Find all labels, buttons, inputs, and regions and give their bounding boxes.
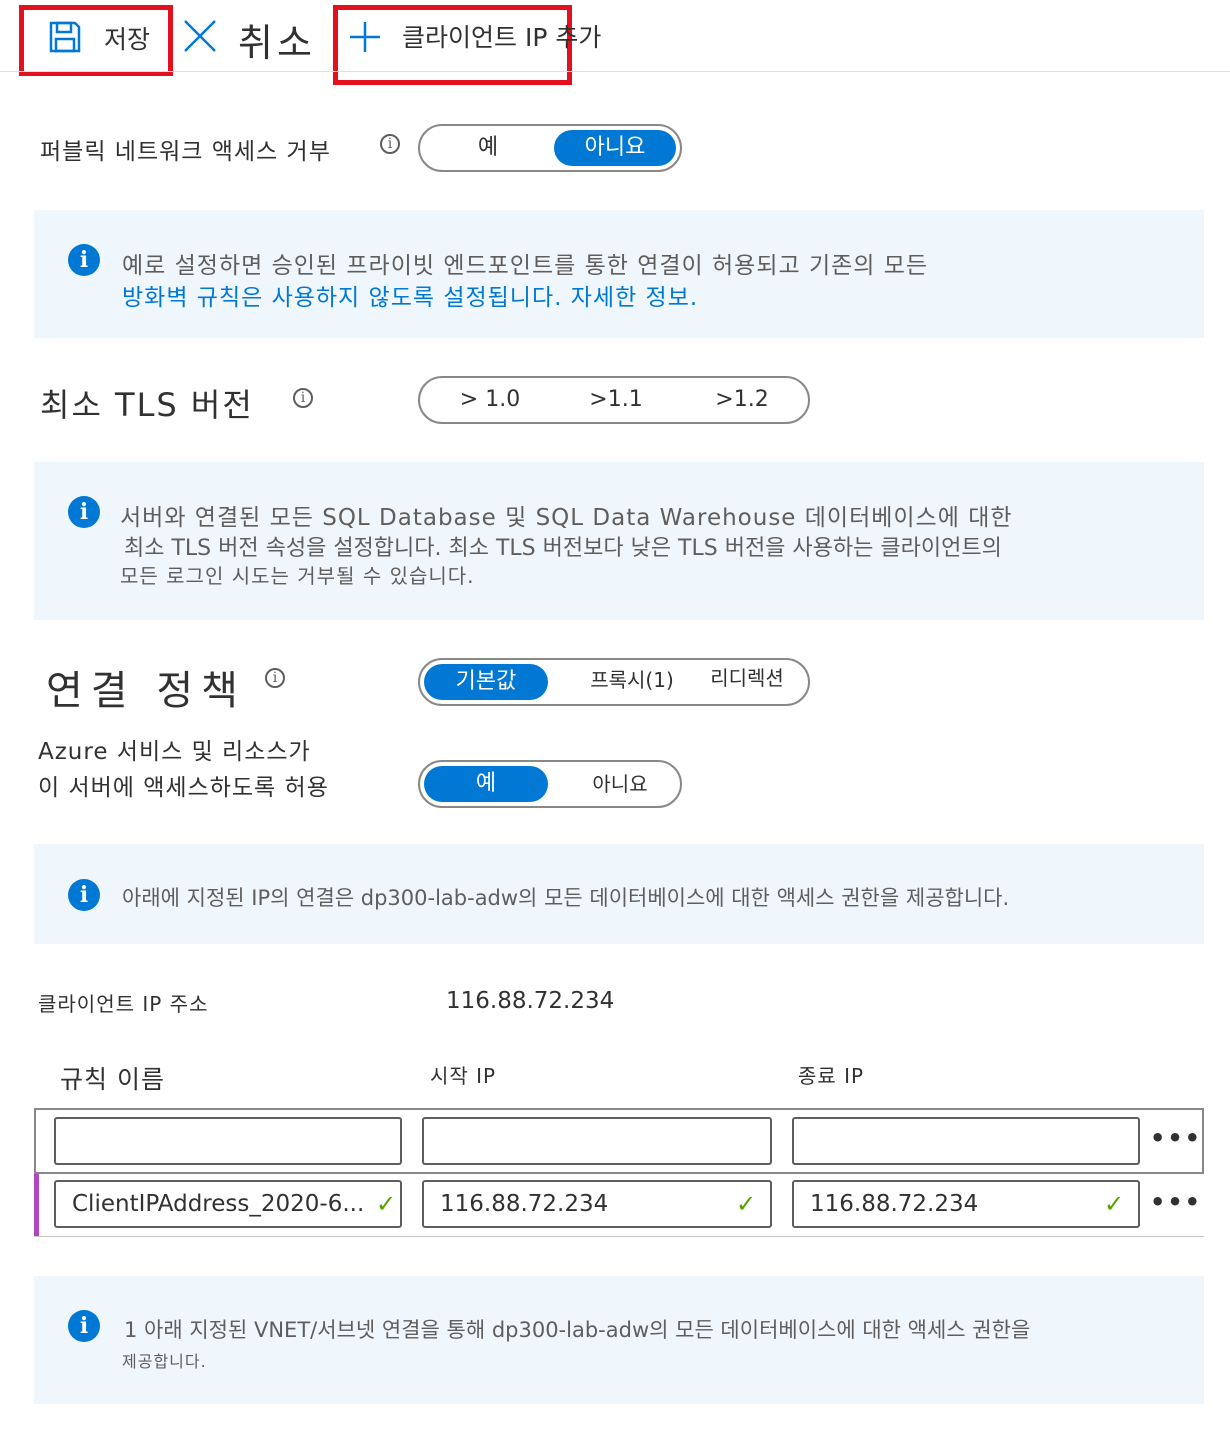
end-ip-input-new[interactable]: [792, 1117, 1140, 1165]
connection-policy-option-redirect[interactable]: 리디렉션: [694, 660, 800, 696]
connection-policy-label: 연결 정책: [46, 668, 246, 714]
info-ip-text: 아래에 지정된 IP의 연결은 dp300-lab-adw의 모든 데이터베이스…: [122, 886, 1010, 910]
public-access-label: 퍼블릭 네트워크 액세스 거부: [40, 139, 331, 165]
add-client-ip-button[interactable]: 클라이언트 IP 추가: [346, 14, 636, 58]
info-tls-line1: 서버와 연결된 모든 SQL Database 및 SQL Data Wareh…: [120, 505, 1013, 531]
info-icon: i: [68, 1310, 100, 1342]
table-right-border: [1202, 1108, 1204, 1174]
table-row-divider: [34, 1172, 1204, 1174]
rule-name-value: ClientIPAddress_2020-6...: [72, 1191, 365, 1217]
end-ip-value: 116.88.72.234: [810, 1191, 979, 1217]
info-icon: i: [68, 244, 100, 276]
close-icon: [184, 20, 216, 52]
azure-services-option-no[interactable]: 아니요: [570, 766, 670, 802]
more-options-icon[interactable]: •••: [1150, 1188, 1202, 1216]
start-ip-input-new[interactable]: [422, 1117, 772, 1165]
info-tls-line2: 최소 TLS 버전 속성을 설정합니다. 최소 TLS 버전보다 낮은 TLS …: [124, 536, 1002, 561]
column-header-end-ip: 종료 IP: [798, 1064, 865, 1088]
azure-services-label-line2: 이 서버에 액세스하도록 허용: [38, 775, 329, 801]
table-left-border: [34, 1108, 36, 1174]
rule-name-input-new[interactable]: [54, 1117, 402, 1165]
azure-services-option-yes[interactable]: 예: [424, 766, 548, 802]
column-header-start-ip: 시작 IP: [430, 1064, 497, 1088]
info-vnet-line1: 1 아래 지정된 VNET/서브넷 연결을 통해 dp300-lab-adw의 …: [124, 1318, 1031, 1342]
public-access-option-no[interactable]: 아니요: [554, 130, 676, 166]
info-box-public-access: i 예로 설정하면 승인된 프라이빗 엔드포인트를 통한 연결이 허용되고 기존…: [34, 210, 1204, 338]
info-icon: i: [68, 496, 100, 528]
connection-policy-selector[interactable]: 기본값 프록시(1) 리디렉션: [418, 658, 810, 706]
end-ip-input[interactable]: 116.88.72.234 ✓: [792, 1180, 1140, 1228]
public-access-toggle[interactable]: 예 아니요: [418, 124, 682, 172]
valid-check-icon: ✓: [1104, 1190, 1125, 1218]
tls-option-1-2[interactable]: >1.2: [682, 382, 802, 418]
cancel-button[interactable]: 취소: [180, 12, 330, 65]
info-tls-line3: 모든 로그인 시도는 거부될 수 있습니다.: [120, 564, 475, 588]
public-access-option-yes[interactable]: 예: [424, 130, 552, 166]
info-public-line2-link[interactable]: 방화벽 규칙은 사용하지 않도록 설정됩니다. 자세한 정보.: [122, 278, 698, 312]
add-client-ip-label: 클라이언트 IP 추가: [402, 23, 602, 52]
tls-option-1-0[interactable]: > 1.0: [430, 382, 550, 418]
start-ip-input[interactable]: 116.88.72.234 ✓: [422, 1180, 772, 1228]
valid-check-icon: ✓: [376, 1190, 397, 1218]
toolbar-divider: [0, 71, 1230, 72]
info-public-line1: 예로 설정하면 승인된 프라이빗 엔드포인트를 통한 연결이 허용되고 기존의 …: [122, 253, 929, 279]
cancel-label: 취소: [238, 21, 316, 65]
tls-version-selector[interactable]: > 1.0 >1.1 >1.2: [418, 376, 810, 424]
column-header-rule-name: 규칙 이름: [60, 1065, 165, 1094]
info-vnet-line2: 제공합니다.: [122, 1352, 207, 1371]
plus-icon: [350, 22, 380, 52]
tls-label: 최소 TLS 버전: [40, 386, 254, 424]
save-button[interactable]: 저장: [46, 16, 164, 58]
info-tooltip-icon[interactable]: i: [265, 668, 285, 688]
table-bottom-border: [34, 1236, 1204, 1237]
table-top-border: [34, 1108, 1204, 1110]
save-icon: [49, 21, 81, 53]
valid-check-icon: ✓: [736, 1190, 757, 1218]
azure-services-toggle[interactable]: 예 아니요: [418, 760, 682, 808]
tls-option-1-1[interactable]: >1.1: [556, 382, 676, 418]
info-tooltip-icon[interactable]: i: [380, 134, 400, 154]
connection-policy-option-proxy[interactable]: 프록시(1): [568, 662, 696, 698]
info-tooltip-icon[interactable]: i: [293, 388, 313, 408]
save-label: 저장: [104, 25, 151, 54]
azure-services-label-line1: Azure 서비스 및 리소스가: [38, 739, 311, 765]
info-icon: i: [68, 879, 100, 911]
rule-name-input[interactable]: ClientIPAddress_2020-6... ✓: [54, 1180, 402, 1228]
start-ip-value: 116.88.72.234: [440, 1191, 609, 1217]
client-ip-value: 116.88.72.234: [446, 988, 615, 1014]
row-selected-marker: [34, 1174, 39, 1236]
info-box-tls: i 서버와 연결된 모든 SQL Database 및 SQL Data War…: [34, 462, 1204, 620]
more-options-icon[interactable]: •••: [1150, 1124, 1202, 1152]
info-box-ip-rules: i 아래에 지정된 IP의 연결은 dp300-lab-adw의 모든 데이터베…: [34, 844, 1204, 944]
client-ip-label: 클라이언트 IP 주소: [38, 992, 209, 1016]
connection-policy-option-default[interactable]: 기본값: [424, 664, 548, 700]
info-box-vnet: i 1 아래 지정된 VNET/서브넷 연결을 통해 dp300-lab-adw…: [34, 1276, 1204, 1404]
